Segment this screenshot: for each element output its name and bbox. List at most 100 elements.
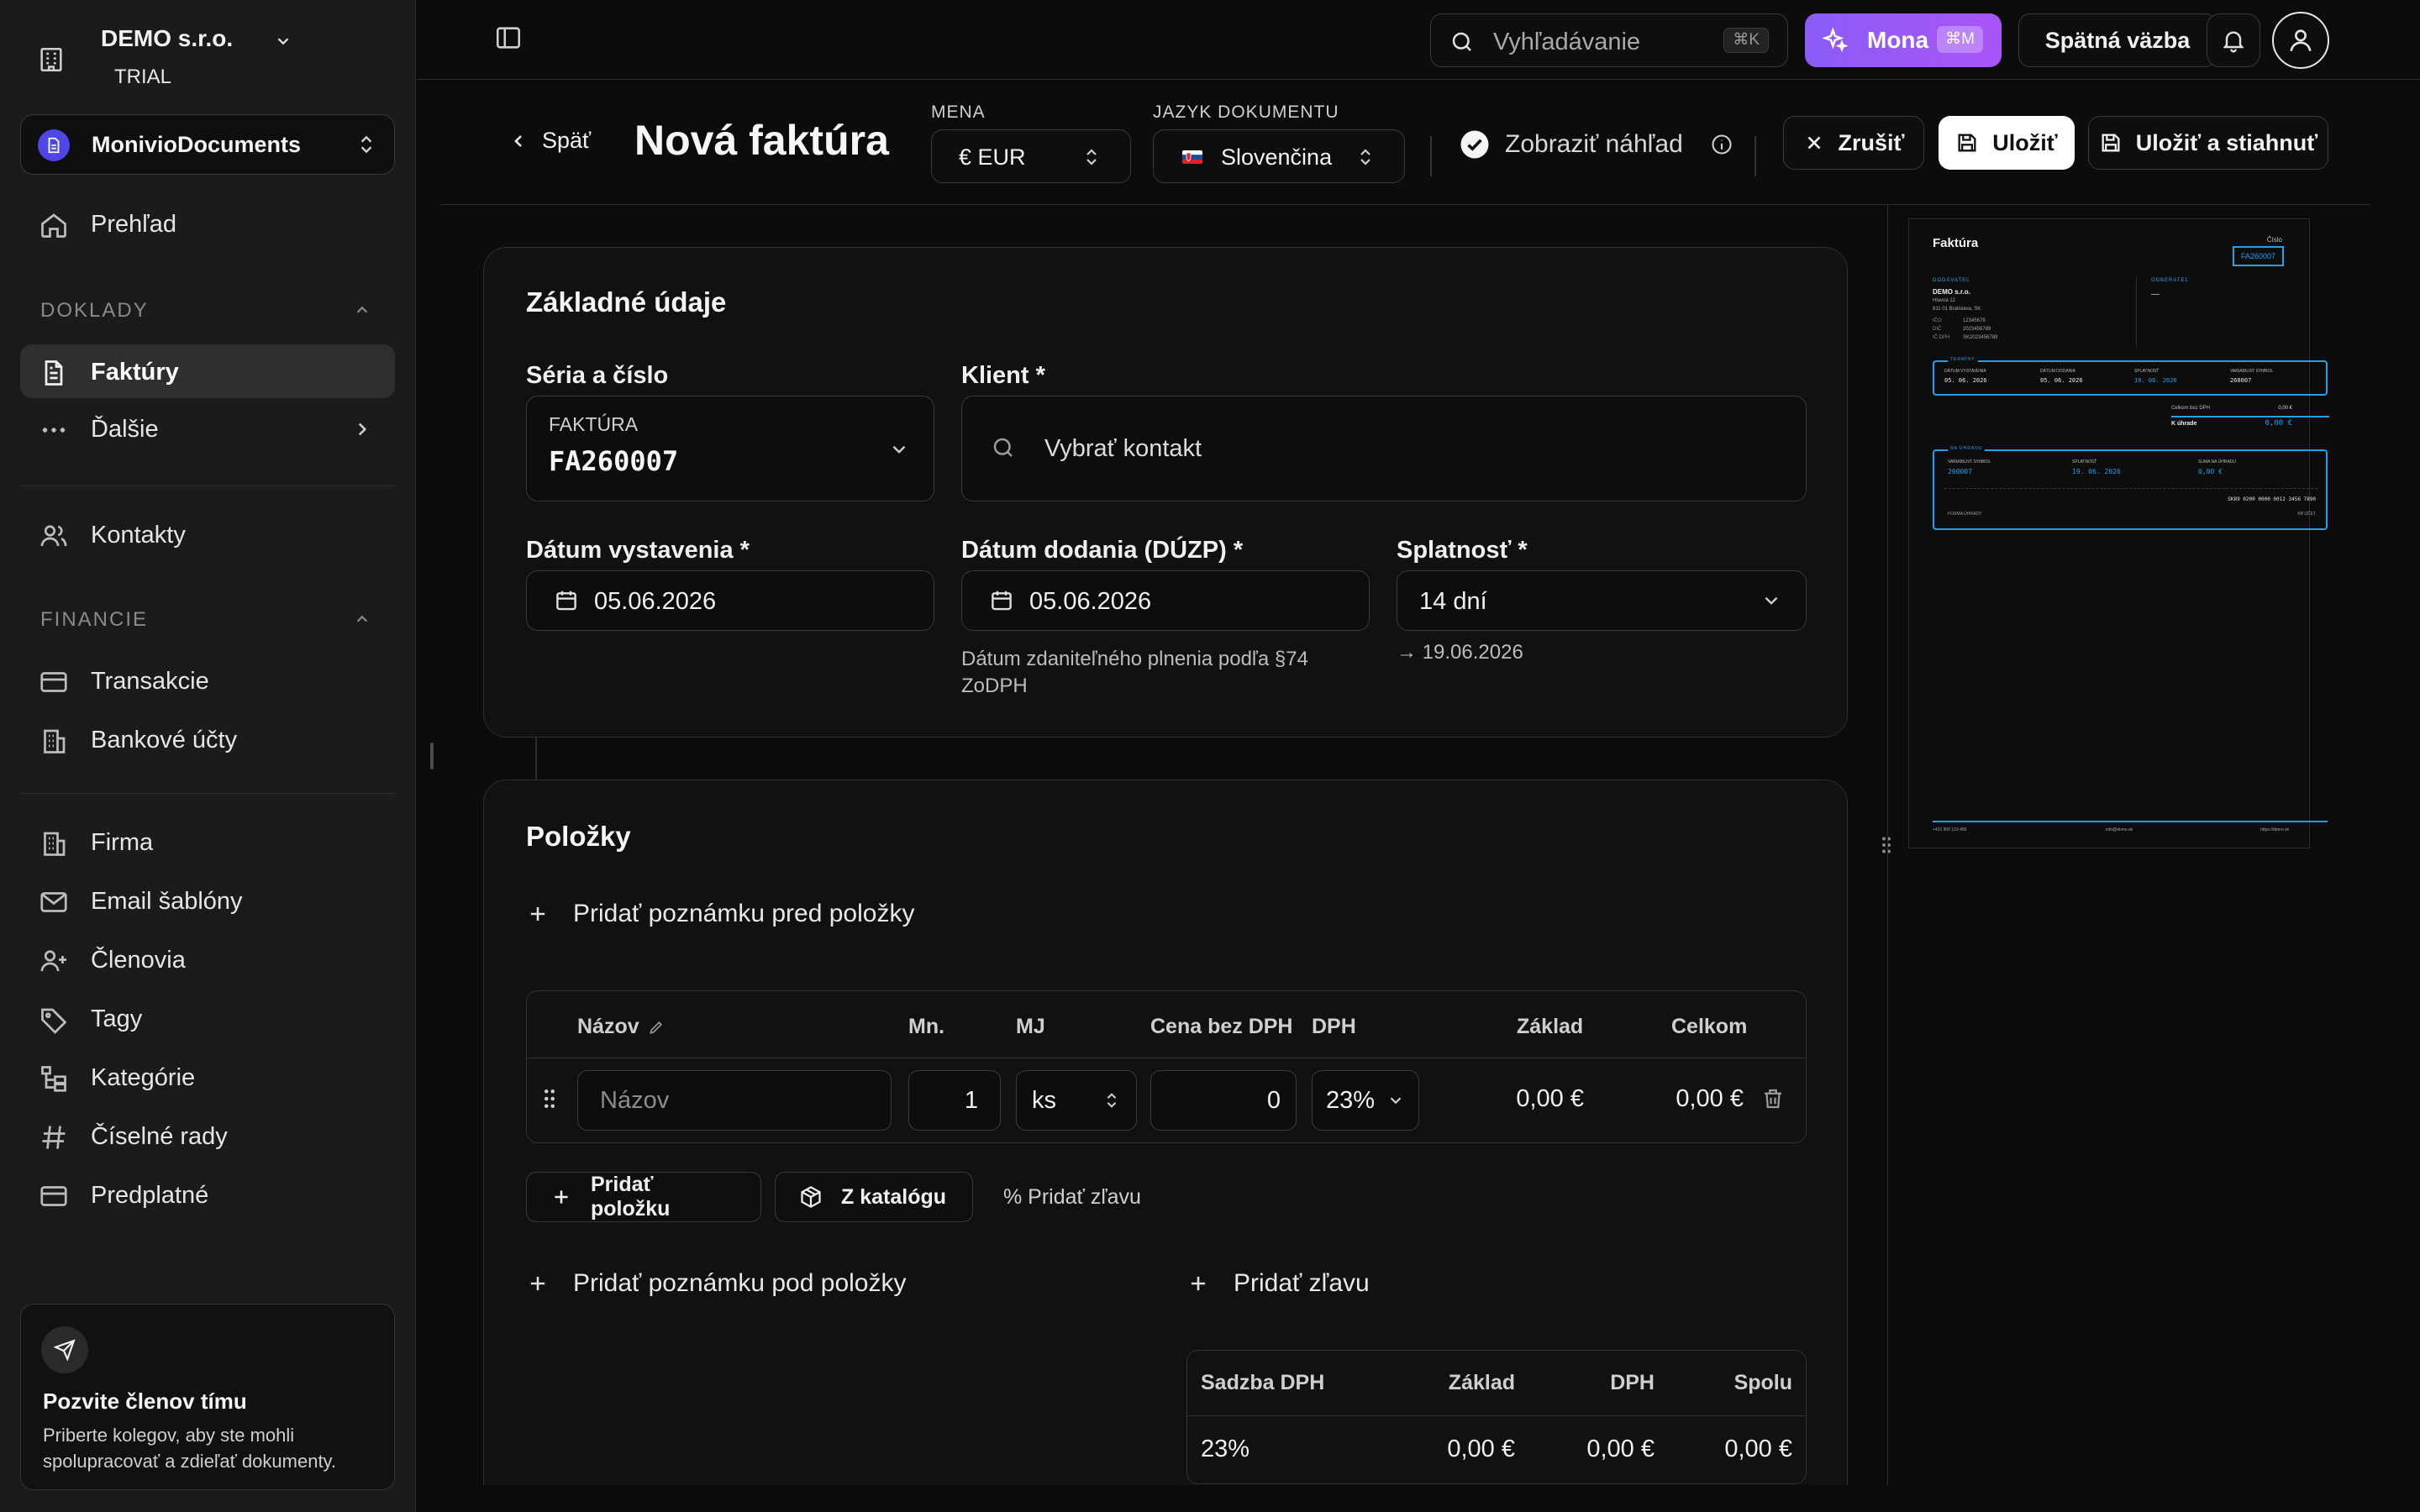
summary-col-base: Základ [1448,1371,1515,1394]
delivery-date-input[interactable]: 05.06.2026 [961,570,1370,631]
save-button[interactable]: Uložiť [1939,116,2075,170]
preview-toggle[interactable]: Zobraziť náhľad [1460,129,1733,160]
section-label: DOKLADY [40,299,149,322]
add-discount-button[interactable]: Pridať zľavu [1186,1269,1370,1298]
add-discount-small-button[interactable]: % Pridať zľavu [1003,1185,1141,1210]
invoice-preview-document[interactable]: Faktúra Číslo FA260007 DODÁVATEĽ DEMO s.… [1908,218,2329,848]
mail-icon [39,887,69,917]
drag-handle-icon[interactable] [539,1086,560,1111]
sidebar-item-invoices[interactable]: Faktúry [20,344,395,398]
section-label: FINANCIE [40,608,149,631]
item-qty-value: 1 [964,1087,978,1114]
section-finance-header[interactable]: FINANCIE [40,608,368,632]
sidebar-item-label: Bankové účty [91,727,238,753]
sidebar-item-email-templates[interactable]: Email šablóny [20,874,395,927]
sidebar-item-label: Ďalšie [91,416,159,443]
col-name-label: Názov [577,1015,639,1038]
issue-date-value: 05.06.2026 [594,588,717,615]
due-value: 14 dní [1419,588,1487,615]
preview-icdph-label: IČ DPH [1933,335,1950,340]
item-price-input[interactable]: 0 [1150,1070,1297,1131]
sidebar-toggle-icon[interactable] [494,24,523,52]
add-note-after-button[interactable]: Pridať poznámku pod položky [526,1269,906,1298]
invite-card[interactable]: Pozvite členov tímu Priberte kolegov, ab… [20,1304,395,1490]
item-vat-select[interactable]: 23% [1312,1070,1419,1131]
feedback-button[interactable]: Spätná väzba [2018,13,2217,67]
summary-col-total: Spolu [1733,1371,1792,1394]
sidebar-item-contacts[interactable]: Kontakty [20,507,395,561]
issue-date-input[interactable]: 05.06.2026 [526,570,934,631]
currency-select[interactable]: € EUR [931,129,1131,183]
items-card: Položky Pridať poznámku pred položky Náz… [483,780,1848,1485]
sidebar-item-number-series[interactable]: Číselné rady [20,1109,395,1163]
col-unit: MJ [1016,1015,1045,1038]
preview-net: 0,00 € [2278,406,2292,411]
back-button[interactable]: Späť [508,128,591,154]
item-unit-select[interactable]: ks [1016,1070,1137,1131]
preview-vs: 260007 [1948,468,1972,475]
sidebar-item-tags[interactable]: Tagy [20,991,395,1045]
sidebar-item-label: Kontakty [91,522,186,549]
company-switcher[interactable]: DEMO s.r.o. TRIAL [37,22,390,97]
preview-iban: SK89 0200 0000 0012 3456 7890 [2228,496,2316,502]
workspace-selector[interactable]: MonivioDocuments [20,114,395,175]
chevrons-up-down-icon [1102,1091,1121,1110]
sidebar-item-bank-accounts[interactable]: Bankové účty [20,712,395,766]
preview-net-label: Celkom bez DPH [2171,406,2211,411]
sidebar-item-overview[interactable]: Prehľad [20,197,395,250]
summary-rate: 23% [1201,1436,1250,1462]
sidebar-item-more[interactable]: Ďalšie [20,402,395,455]
due-label: Splatnosť * [1397,537,1528,564]
section-documents-header[interactable]: DOKLADY [40,299,368,323]
sidebar-item-label: Transakcie [91,668,209,695]
item-name-input[interactable]: Názov [577,1070,892,1131]
mona-label: Mona [1867,27,1929,53]
sidebar-item-company[interactable]: Firma [20,815,395,869]
pencil-icon[interactable] [648,1019,665,1036]
sparkles-icon [1822,27,1849,54]
preview-amount-label: SUMA NA ÚHRADU [2198,459,2237,465]
search-icon [1449,29,1475,55]
add-note-before-button[interactable]: Pridať poznámku pred položky [526,900,914,928]
preview-toggle-label: Zobraziť náhľad [1505,130,1683,158]
user-icon [2286,26,2315,55]
item-name-placeholder: Názov [600,1087,670,1114]
vat-summary-table: Sadzba DPH Základ DPH Spolu 23% 0,00 € 0… [1186,1350,1807,1484]
sidebar-item-categories[interactable]: Kategórie [20,1050,395,1104]
table-row: Názov 1 ks 0 23% 0,00 € 0,00 € [527,1059,1806,1143]
preview-vs-label: VARIABILNÝ SYMBOL [2230,369,2274,374]
search-input[interactable]: Vyhľadávanie ⌘K [1430,13,1788,67]
user-avatar-button[interactable] [2272,12,2329,69]
sidebar-item-transactions[interactable]: Transakcie [20,654,395,707]
client-select[interactable]: Vybrať kontakt [961,396,1807,501]
item-unit-value: ks [1032,1087,1056,1114]
sidebar-item-members[interactable]: Členovia [20,932,395,986]
sidebar-item-subscription[interactable]: Predplatné [20,1168,395,1221]
chevrons-up-down-icon [355,134,377,155]
preview-pay-label: K úhrade [2171,421,2197,427]
add-item-button[interactable]: Pridať položku [526,1172,761,1222]
divider [2171,416,2329,417]
preview-amount: 0,00 € [2198,468,2223,475]
save-download-button[interactable]: Uložiť a stiahnuť [2088,116,2328,170]
mona-ai-button[interactable]: Mona ⌘M [1805,13,2002,67]
chevron-down-icon [888,438,910,460]
preview-ico-label: IČO [1933,318,1942,323]
from-catalog-button[interactable]: Z katalógu [775,1172,973,1222]
preview-customer: — [2151,290,2160,299]
more-dots-icon [39,415,69,445]
cancel-button[interactable]: Zrušiť [1783,116,1924,170]
trash-icon[interactable] [1760,1086,1786,1111]
chevron-up-icon [353,301,371,319]
sidebar-resize-handle[interactable] [430,743,434,769]
series-select[interactable]: FAKTÚRA FA260007 [526,396,934,501]
info-icon[interactable] [1710,133,1733,156]
language-value: Slovenčina [1221,144,1333,170]
language-select[interactable]: Slovenčina [1153,129,1405,183]
close-icon [1803,132,1825,154]
slovak-flag-icon [1182,150,1202,164]
notifications-button[interactable] [2207,13,2260,67]
item-qty-input[interactable]: 1 [908,1070,1001,1131]
invoice-preview-panel: Faktúra Číslo FA260007 DODÁVATEĽ DEMO s.… [1887,205,2370,1485]
due-select[interactable]: 14 dní [1397,570,1807,631]
